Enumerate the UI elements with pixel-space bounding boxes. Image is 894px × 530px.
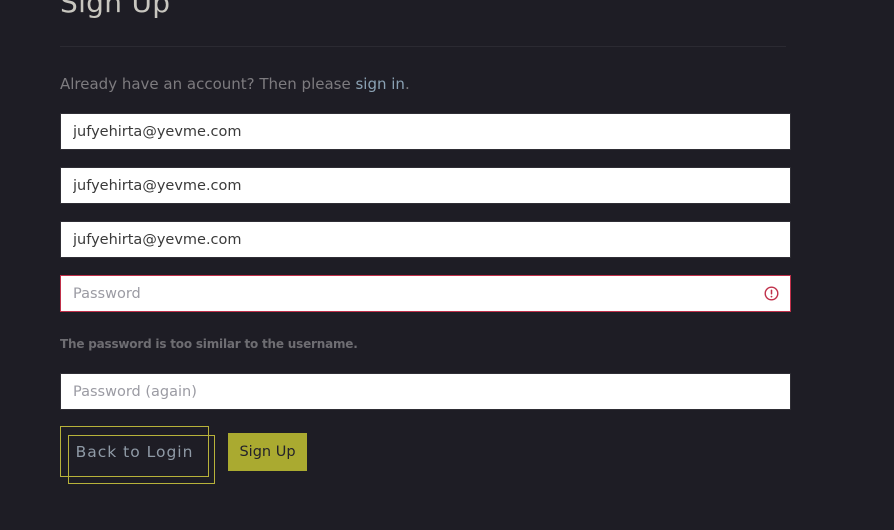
signin-prompt: Already have an account? Then please sig…: [60, 75, 410, 93]
back-to-login-button[interactable]: Back to Login: [60, 426, 209, 477]
password-field[interactable]: [61, 276, 790, 311]
email-field[interactable]: [61, 114, 790, 149]
signin-link[interactable]: sign in: [355, 75, 404, 93]
email-field-wrapper: [60, 113, 791, 150]
password-field-wrapper: [60, 275, 791, 312]
error-circle-icon: [764, 286, 779, 301]
password-again-field-wrapper: [60, 373, 791, 410]
signup-button[interactable]: Sign Up: [228, 433, 307, 471]
email-again-field[interactable]: [61, 168, 790, 203]
signin-prompt-suffix: .: [404, 75, 410, 93]
email-again-field-wrapper: [60, 167, 791, 204]
signin-prompt-text: Already have an account? Then please: [60, 75, 356, 93]
password-error-message: The password is too similar to the usern…: [60, 337, 358, 351]
username-field[interactable]: [61, 222, 790, 257]
password-again-field[interactable]: [61, 374, 790, 409]
signup-page: Sign Up Already have an account? Then pl…: [0, 0, 894, 530]
title-divider: [60, 46, 786, 47]
page-title: Sign Up: [60, 0, 171, 19]
username-field-wrapper: [60, 221, 791, 258]
